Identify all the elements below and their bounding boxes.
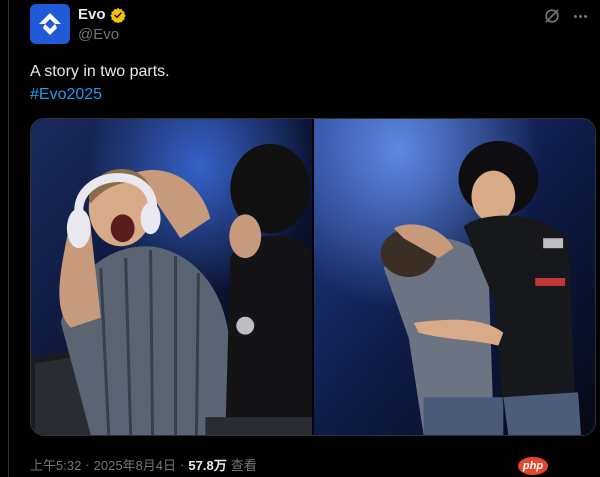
tweet-meta: 上午5:32 · 2025年8月4日 · 57.8万 查看 (30, 455, 257, 474)
user-handle[interactable]: @Evo (78, 26, 119, 43)
avatar[interactable] (30, 4, 70, 44)
media-gallery (30, 118, 596, 436)
photo-2[interactable] (314, 119, 595, 435)
verified-badge-icon (109, 7, 126, 23)
name-row: Evo (78, 6, 126, 23)
photo-1[interactable] (31, 119, 312, 435)
tweet-date[interactable]: 2025年8月4日 (94, 455, 176, 474)
display-name[interactable]: Evo (78, 6, 106, 23)
evo-logo-icon (39, 13, 61, 35)
grok-icon[interactable] (542, 6, 562, 26)
hashtag-link[interactable]: #Evo2025 (30, 84, 102, 106)
tweet-time[interactable]: 上午5:32 (30, 455, 81, 474)
photo-player-celebrating-icon (31, 119, 312, 435)
photo-player-laughing-icon (314, 119, 595, 435)
php-watermark: php (518, 457, 548, 475)
tweet-header: Evo @Evo (30, 4, 590, 48)
views-label: 查看 (230, 458, 257, 473)
tweet-text: A story in two parts. (30, 63, 170, 80)
more-options-icon[interactable] (570, 6, 590, 26)
timeline-divider (8, 0, 9, 477)
views-count: 57.8万 (188, 458, 227, 473)
meta-separator: · (85, 457, 90, 472)
meta-separator: · (180, 457, 185, 472)
